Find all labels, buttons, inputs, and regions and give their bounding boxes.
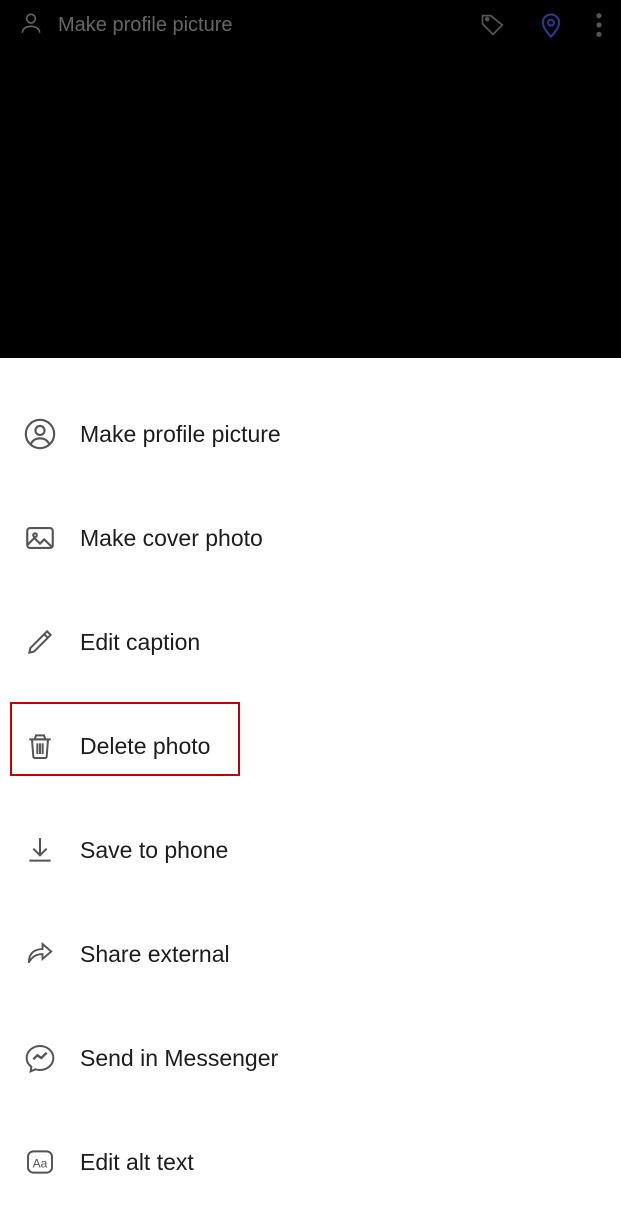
photo-viewer-background: Make profile picture xyxy=(0,0,621,358)
pencil-icon xyxy=(22,624,58,660)
menu-item-label: Edit caption xyxy=(80,629,200,656)
menu-item-label: Make profile picture xyxy=(80,421,281,448)
top-bar: Make profile picture xyxy=(0,0,621,50)
messenger-icon xyxy=(22,1040,58,1076)
delete-photo-item[interactable]: Delete photo xyxy=(0,694,621,798)
svg-text:Aa: Aa xyxy=(33,1156,48,1170)
send-in-messenger-item[interactable]: Send in Messenger xyxy=(0,1006,621,1110)
header-title: Make profile picture xyxy=(58,14,233,37)
make-cover-photo-item[interactable]: Make cover photo xyxy=(0,486,621,590)
share-external-item[interactable]: Share external xyxy=(0,902,621,1006)
menu-item-label: Edit alt text xyxy=(80,1149,194,1176)
person-icon xyxy=(18,10,44,41)
alt-text-icon: Aa xyxy=(22,1144,58,1180)
edit-alt-text-item[interactable]: Aa Edit alt text xyxy=(0,1110,621,1214)
menu-item-label: Send in Messenger xyxy=(80,1045,278,1072)
location-icon[interactable] xyxy=(537,11,565,39)
trash-icon xyxy=(22,728,58,764)
save-to-phone-item[interactable]: Save to phone xyxy=(0,798,621,902)
menu-item-label: Delete photo xyxy=(80,733,210,760)
menu-item-label: Make cover photo xyxy=(80,525,263,552)
menu-item-label: Save to phone xyxy=(80,837,228,864)
edit-caption-item[interactable]: Edit caption xyxy=(0,590,621,694)
make-profile-picture-item[interactable]: Make profile picture xyxy=(0,382,621,486)
tag-icon[interactable] xyxy=(479,11,507,39)
share-icon xyxy=(22,936,58,972)
make-profile-picture-button[interactable]: Make profile picture xyxy=(18,10,233,41)
menu-item-label: Share external xyxy=(80,941,230,968)
more-options-icon[interactable] xyxy=(595,11,603,39)
cover-photo-icon xyxy=(22,520,58,556)
profile-picture-icon xyxy=(22,416,58,452)
options-sheet: Make profile picture Make cover photo Ed… xyxy=(0,358,621,1214)
download-icon xyxy=(22,832,58,868)
